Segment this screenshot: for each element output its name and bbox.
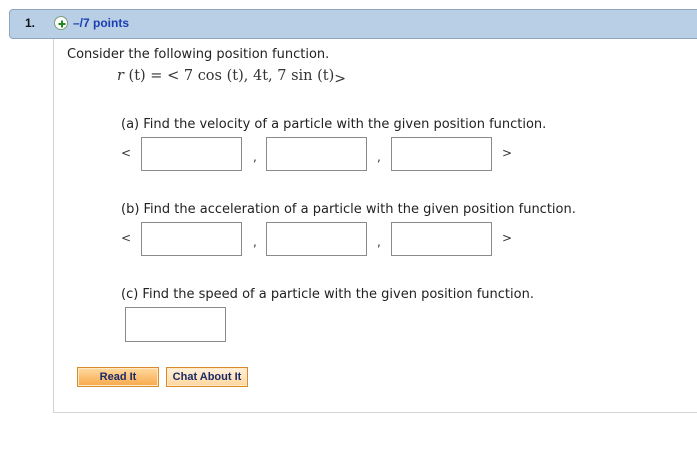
- velocity-z-input[interactable]: [391, 137, 492, 171]
- question-prompt: Consider the following position function…: [67, 47, 330, 62]
- velocity-x-input[interactable]: [141, 137, 242, 171]
- vector-open-bracket: <: [121, 146, 132, 160]
- acceleration-y-input[interactable]: [266, 222, 367, 256]
- vector-comma: ,: [377, 150, 381, 164]
- vector-open-bracket: <: [121, 231, 132, 245]
- vector-close-bracket: >: [502, 146, 513, 160]
- acceleration-x-input[interactable]: [141, 222, 242, 256]
- position-function: r (t) = < 7 cos (t), 4t, 7 sin (t)>: [117, 68, 347, 87]
- vector-comma: ,: [253, 235, 257, 249]
- plus-circle-icon[interactable]: [54, 16, 68, 30]
- question-number: 1.: [25, 16, 36, 30]
- part-c-label: (c) Find the speed of a particle with th…: [121, 287, 534, 302]
- part-a-label: (a) Find the velocity of a particle with…: [121, 117, 547, 132]
- part-b-label: (b) Find the acceleration of a particle …: [121, 202, 576, 217]
- read-it-button[interactable]: Read It: [77, 367, 159, 387]
- chat-about-it-button[interactable]: Chat About It: [166, 367, 248, 387]
- vector-comma: ,: [253, 150, 257, 164]
- velocity-y-input[interactable]: [266, 137, 367, 171]
- speed-input[interactable]: [125, 307, 226, 342]
- points-label: –/7 points: [73, 16, 130, 30]
- acceleration-z-input[interactable]: [391, 222, 492, 256]
- vector-comma: ,: [377, 235, 381, 249]
- vector-close-bracket: >: [502, 231, 513, 245]
